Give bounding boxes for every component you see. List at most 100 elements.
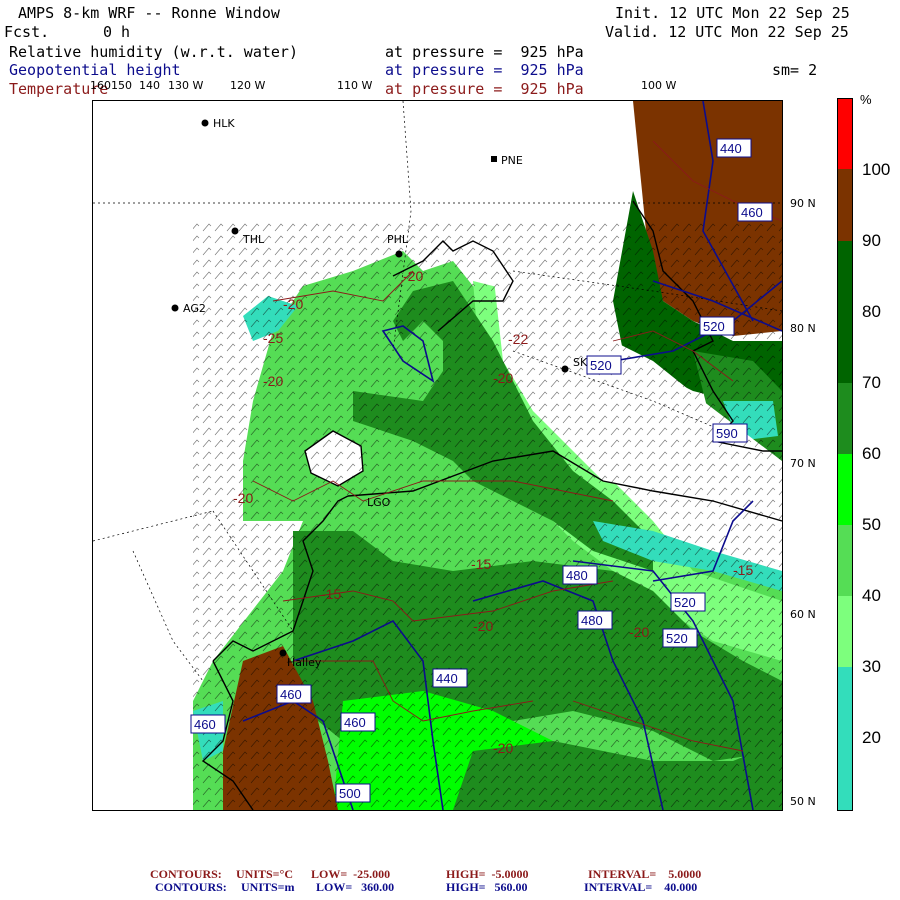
lon-label-110: 110 W	[337, 79, 373, 92]
field-height-name: Geopotential height	[9, 61, 181, 79]
station-thl-label: THL	[242, 233, 265, 246]
wind-barb-texture	[193, 221, 782, 810]
lat-label-90: 90 N	[790, 197, 816, 210]
svg-text:500: 500	[339, 786, 361, 801]
colorbar-band-50-60	[838, 454, 852, 525]
map-title: AMPS 8-km WRF -- Ronne Window	[18, 4, 280, 22]
lon-label-120: 120 W	[230, 79, 266, 92]
height-label-7: 480	[577, 610, 613, 630]
svg-text:480: 480	[581, 613, 603, 628]
svg-text:460: 460	[194, 717, 216, 732]
lon-label-100: 100 W	[641, 79, 677, 92]
footer-height-low: LOW= 360.00	[316, 880, 395, 894]
colorbar-tick-90: 90	[862, 231, 881, 250]
footer-height-interval: INTERVAL= 40.000	[584, 880, 698, 894]
station-halley-label: Halley	[287, 656, 322, 669]
svg-text:520: 520	[666, 631, 688, 646]
height-label-6: 480	[562, 565, 598, 585]
temp-label-2: -20	[403, 268, 423, 284]
svg-text:440: 440	[436, 671, 458, 686]
temp-label-9: -15	[321, 586, 341, 602]
station-lgo-label: LGO	[367, 496, 391, 509]
field-temp-level: at pressure = 925 hPa	[385, 80, 584, 98]
footer-height-label: CONTOURS:	[155, 880, 227, 894]
station-ski-marker	[561, 365, 569, 373]
colorbar-band-below-30	[838, 667, 852, 810]
height-label-11: 460	[276, 684, 312, 704]
colorbar-tick-70: 70	[862, 373, 881, 392]
lat-label-60: 60 N	[790, 608, 816, 621]
station-phl-label: PHL	[387, 233, 409, 246]
temp-label-6: -22	[508, 331, 528, 347]
colorbar-tick-30: 30	[862, 657, 881, 676]
svg-text:520: 520	[703, 319, 725, 334]
height-label-9: 520	[662, 628, 698, 648]
lat-label-80: 80 N	[790, 322, 816, 335]
map-canvas: HLK PNE THL PHL AG2 SKI LGO Halley 440 4…	[93, 101, 782, 810]
station-halley-marker	[279, 649, 287, 657]
temp-label-11: -20	[473, 618, 493, 634]
temp-label-13: -20	[493, 740, 513, 756]
lon-label-140: 140	[139, 79, 160, 92]
svg-text:460: 460	[741, 205, 763, 220]
svg-text:590: 590	[716, 426, 738, 441]
footer-height-high: HIGH= 560.00	[446, 880, 528, 894]
field-height-level: at pressure = 925 hPa	[385, 61, 584, 79]
height-label-2: 460	[737, 202, 773, 222]
colorbar-band-90-100	[838, 99, 852, 169]
height-label-5: 590	[712, 423, 748, 443]
temp-label-5: -20	[233, 490, 253, 506]
temp-label-8: -15	[471, 556, 491, 572]
station-hlk-marker	[201, 119, 209, 127]
colorbar-tick-50: 50	[862, 515, 881, 534]
colorbar-tick-60: 60	[862, 444, 881, 463]
colorbar-tick-20: 20	[862, 728, 881, 747]
forecast-label: Fcst.	[4, 23, 50, 41]
station-thl-marker	[231, 227, 239, 235]
colorbar-band-80-90	[838, 169, 852, 241]
station-phl-marker	[395, 250, 403, 258]
colorbar-band-40-50	[838, 525, 852, 596]
rh-colorbar	[837, 98, 853, 811]
temp-label-12: -20	[629, 624, 649, 640]
svg-text:520: 520	[590, 358, 612, 373]
station-hlk-label: HLK	[213, 117, 235, 130]
lon-label-150: 150	[111, 79, 132, 92]
lat-label-70: 70 N	[790, 457, 816, 470]
colorbar-tick-40: 40	[862, 586, 881, 605]
colorbar-tick-100: 100	[862, 160, 891, 179]
temp-label-1: -20	[283, 296, 303, 312]
colorbar-band-30-40	[838, 596, 852, 667]
colorbar-tick-80: 80	[862, 302, 881, 321]
svg-text:460: 460	[344, 715, 366, 730]
height-label-14: 500	[335, 783, 371, 803]
height-label-4: 520	[586, 355, 622, 375]
svg-text:460: 460	[280, 687, 302, 702]
field-rh-level: at pressure = 925 hPa	[385, 43, 584, 61]
lon-label-130: 130 W	[168, 79, 204, 92]
svg-text:480: 480	[566, 568, 588, 583]
station-ag2-marker	[171, 304, 179, 312]
lat-label-50: 50 N	[790, 795, 816, 808]
colorbar-band-60-70	[838, 383, 852, 454]
temp-label-10: -15	[733, 562, 753, 578]
svg-text:440: 440	[720, 141, 742, 156]
station-pne-marker	[491, 156, 497, 162]
colorbar-band-70-80	[838, 241, 852, 383]
height-label-13: 460	[340, 712, 376, 732]
init-time: Init. 12 UTC Mon 22 Sep 25	[615, 4, 850, 22]
height-label-1: 440	[716, 138, 752, 158]
footer-height-units: UNITS=m	[241, 880, 295, 894]
smoothing-label: sm= 2	[772, 61, 818, 79]
grid-meridian-4	[132, 550, 204, 682]
colorbar-unit: %	[860, 92, 872, 107]
map-panel: HLK PNE THL PHL AG2 SKI LGO Halley 440 4…	[92, 100, 783, 811]
field-rh-name: Relative humidity (w.r.t. water)	[9, 43, 298, 61]
height-label-8: 520	[670, 592, 706, 612]
height-label-3: 520	[699, 316, 735, 336]
temp-label-7: -20	[493, 370, 513, 386]
lon-label-160: 160	[90, 79, 111, 92]
svg-text:520: 520	[674, 595, 696, 610]
height-label-12: 460	[190, 714, 226, 734]
rh-shading	[193, 101, 782, 810]
